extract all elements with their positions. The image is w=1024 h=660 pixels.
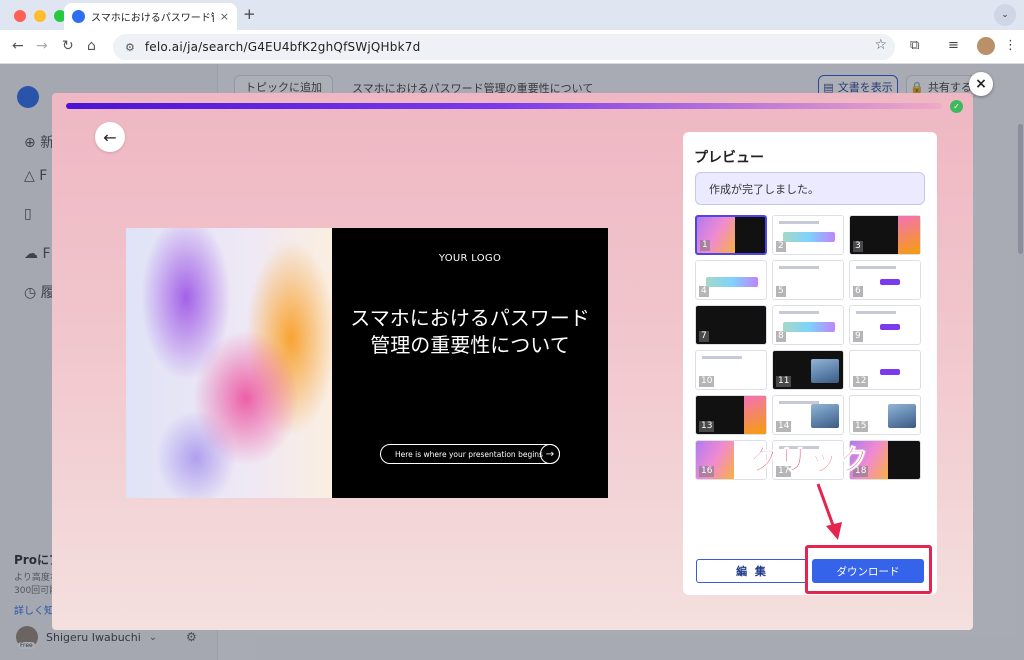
annotation-arrow-head xyxy=(826,522,842,540)
download-highlight-box xyxy=(805,545,932,594)
screenshot: スマホにおけるパスワード管理の × + ⌄ ← → ↻ ⌂ ⚙ felo.ai/… xyxy=(0,0,1024,660)
annotation-arrow-shaft xyxy=(816,483,836,529)
